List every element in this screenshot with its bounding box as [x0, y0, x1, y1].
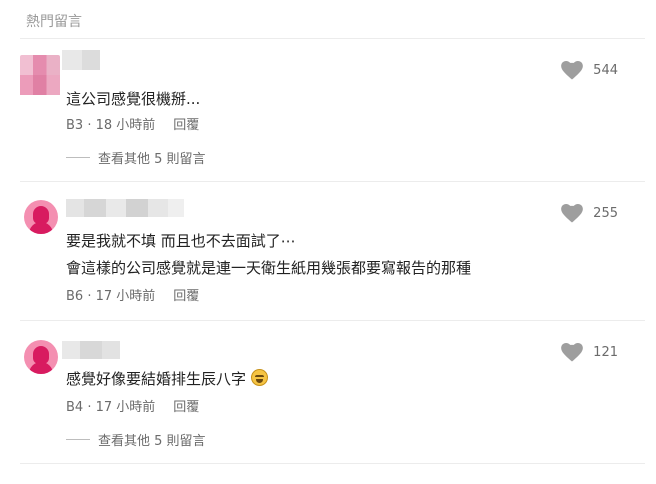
like-button[interactable]: 544 — [561, 61, 618, 80]
avatar[interactable] — [24, 200, 58, 234]
section-title: 熱門留言 — [26, 14, 82, 30]
comment-meta: B4 · 17 小時前 回覆 — [66, 396, 199, 415]
view-more-label: 查看其他 5 則留言 — [98, 434, 206, 449]
like-button[interactable]: 121 — [561, 343, 618, 362]
divider — [20, 320, 645, 321]
like-button[interactable]: 255 — [561, 204, 618, 223]
heart-icon — [561, 343, 584, 362]
comment-text: 感覺好像要結婚排生辰八字 — [66, 368, 268, 389]
meta-separator: · — [83, 400, 96, 415]
floor-label: B4 — [66, 400, 84, 415]
timestamp: 18 小時前 — [95, 118, 156, 133]
avatar[interactable] — [20, 55, 60, 95]
comment-text: 要是我就不填 而且也不去面試了⋯ — [66, 232, 296, 250]
author-name-redacted[interactable] — [62, 341, 120, 359]
floor-label: B6 — [66, 289, 84, 304]
reply-button[interactable]: 回覆 — [173, 118, 199, 133]
heart-icon — [561, 61, 584, 80]
meta-separator: · — [83, 118, 96, 133]
grinning-sweat-emoji-icon — [250, 369, 268, 386]
author-name-redacted[interactable] — [62, 50, 100, 70]
avatar[interactable] — [24, 340, 58, 374]
divider — [20, 181, 645, 182]
divider — [20, 463, 645, 464]
heart-icon — [561, 204, 584, 223]
reply-button[interactable]: 回覆 — [173, 289, 199, 304]
reply-button[interactable]: 回覆 — [173, 400, 199, 415]
dash-divider — [66, 157, 90, 158]
comment-meta: B6 · 17 小時前 回覆 — [66, 285, 199, 304]
like-count: 121 — [593, 345, 618, 360]
dash-divider — [66, 439, 90, 440]
comment-text: 這公司感覺很機掰... — [66, 90, 201, 108]
like-count: 255 — [593, 206, 618, 221]
view-more-replies[interactable]: 查看其他 5 則留言 — [66, 430, 206, 449]
comment-meta: B3 · 18 小時前 回覆 — [66, 114, 199, 133]
view-more-label: 查看其他 5 則留言 — [98, 152, 206, 167]
meta-separator: · — [83, 289, 96, 304]
floor-label: B3 — [66, 118, 84, 133]
like-count: 544 — [593, 63, 618, 78]
comment-text-content: 感覺好像要結婚排生辰八字 — [66, 370, 247, 388]
author-name-redacted[interactable] — [66, 199, 184, 217]
view-more-replies[interactable]: 查看其他 5 則留言 — [66, 148, 206, 167]
timestamp: 17 小時前 — [95, 289, 156, 304]
divider — [20, 38, 645, 39]
timestamp: 17 小時前 — [95, 400, 156, 415]
comment-text: 會這樣的公司感覺就是連一天衛生紙用幾張都要寫報告的那種 — [66, 259, 472, 277]
